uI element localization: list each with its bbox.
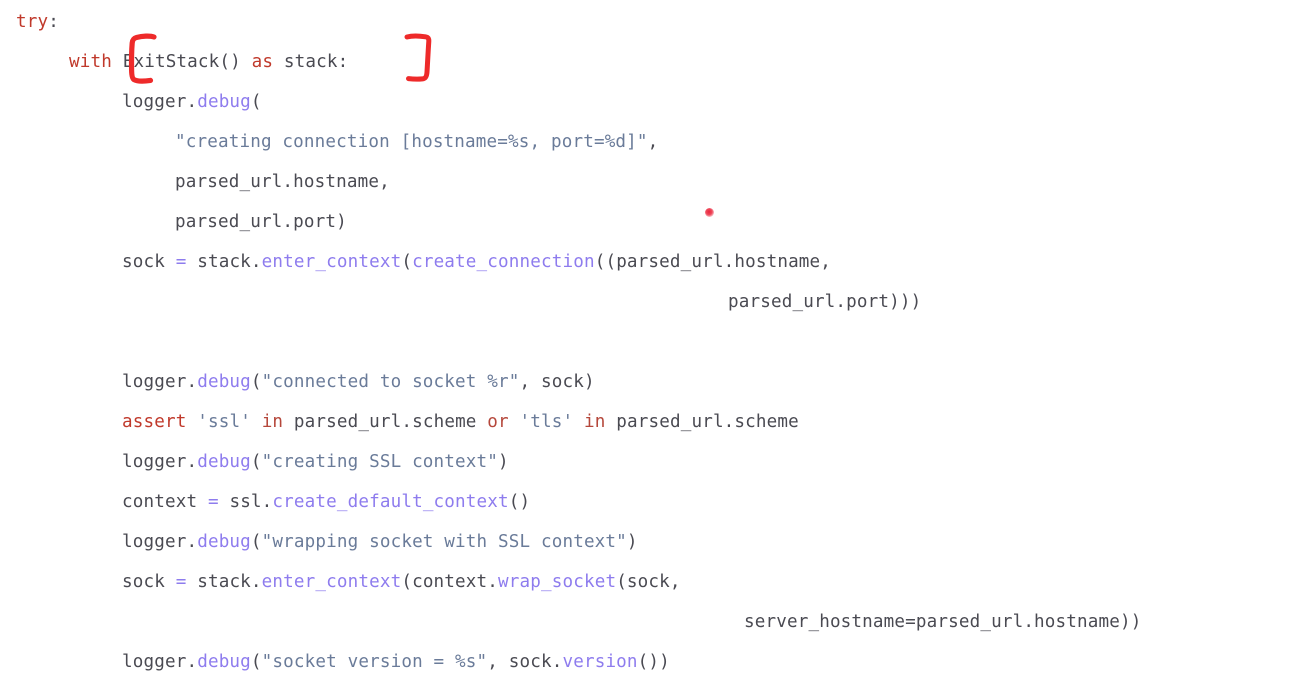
code-token: parsed_url.port): [175, 212, 347, 232]
line-parsed-url-hostname-arg[interactable]: parsed_url.hostname,: [0, 162, 390, 202]
code-token: as: [251, 52, 284, 72]
line-try[interactable]: try:: [0, 2, 59, 42]
line-server-hostname[interactable]: server_hostname=parsed_url.hostname)): [0, 602, 1141, 642]
code-token: debug: [197, 532, 251, 552]
code-token: logger.: [122, 92, 198, 112]
code-token: stack:: [283, 52, 349, 72]
code-token: ,: [647, 132, 659, 152]
line-with-exitstack[interactable]: with ExitStack() as stack:: [0, 42, 348, 82]
code-token: try: [16, 12, 49, 32]
code-token: logger.: [122, 452, 198, 472]
code-token: sock: [122, 252, 176, 272]
code-token: in: [584, 412, 606, 432]
code-token: logger.: [122, 652, 198, 672]
code-token: stack.: [186, 252, 262, 272]
code-token: debug: [197, 652, 251, 672]
line-blank-1[interactable]: [0, 322, 122, 362]
code-token: create_connection: [412, 252, 595, 272]
line-logger-creating-ssl-context[interactable]: logger.debug("creating SSL context"): [0, 442, 509, 482]
code-token: debug: [197, 452, 251, 472]
code-token: :: [48, 12, 59, 32]
code-token: "wrapping socket with SSL context": [261, 532, 627, 552]
code-screenshot: try: with ExitStack() as stack: logger.deb…: [0, 0, 1294, 680]
line-logger-wrapping-socket[interactable]: logger.debug("wrapping socket with SSL c…: [0, 522, 638, 562]
line-sock-create-connection[interactable]: sock = stack.enter_context(create_connec…: [0, 242, 831, 282]
code-token: parsed_url.hostname)): [915, 612, 1142, 632]
code-token: 'ssl': [197, 412, 251, 432]
annotation-bracket-right-icon: [404, 32, 436, 86]
line-logger-socket-version[interactable]: logger.debug("socket version = %s", sock…: [0, 642, 670, 682]
code-token: "socket version = %s": [261, 652, 488, 672]
code-token: "connected to socket %r": [261, 372, 520, 392]
code-token: ): [498, 452, 509, 472]
line-context-default[interactable]: context = ssl.create_default_context(): [0, 482, 530, 522]
code-token: or: [487, 412, 509, 432]
code-token: ExitStack(): [122, 52, 252, 72]
code-token: 'tls': [519, 412, 574, 432]
code-token: , sock): [519, 372, 595, 392]
code-token: =: [175, 572, 187, 592]
line-sock-wrap-socket[interactable]: sock = stack.enter_context(context.wrap_…: [0, 562, 681, 602]
code-token: stack.: [186, 572, 262, 592]
line-assert-scheme[interactable]: assert 'ssl' in parsed_url.scheme or 'tl…: [0, 402, 799, 442]
code-token: , sock.: [487, 652, 563, 672]
code-token: debug: [197, 92, 251, 112]
code-token: logger.: [122, 372, 198, 392]
code-token: (: [250, 92, 262, 112]
code-token: parsed_url.hostname,: [175, 172, 390, 192]
line-parsed-url-port-close[interactable]: parsed_url.port))): [0, 282, 921, 322]
line-logger-debug-open[interactable]: logger.debug(: [0, 82, 262, 122]
code-token: (: [250, 532, 262, 552]
code-token: wrap_socket: [498, 572, 617, 592]
code-token: =: [207, 492, 219, 512]
code-token: parsed_url.port))): [728, 292, 922, 312]
code-token: in: [261, 412, 284, 432]
code-token: "creating connection [hostname=%s, port=…: [175, 132, 648, 152]
code-token: (): [508, 492, 531, 512]
code-token: (context.: [401, 572, 499, 592]
code-token: parsed_url.scheme: [605, 412, 799, 432]
line-parsed-url-port-arg[interactable]: parsed_url.port): [0, 202, 347, 242]
code-token: (sock,: [616, 572, 681, 592]
code-token: ()): [637, 652, 670, 672]
code-token: ssl.: [218, 492, 273, 512]
code-token: logger.: [122, 532, 198, 552]
code-token: sock: [122, 572, 176, 592]
code-token: enter_context: [261, 572, 402, 592]
code-token: (: [250, 372, 262, 392]
code-token: (: [250, 652, 262, 672]
code-token: "creating SSL context": [261, 452, 499, 472]
code-token: with: [69, 52, 123, 72]
line-logger-connected[interactable]: logger.debug("connected to socket %r", s…: [0, 362, 595, 402]
code-token: ): [626, 532, 638, 552]
code-token: enter_context: [261, 252, 402, 272]
code-token: create_default_context: [272, 492, 509, 512]
code-token: =: [905, 612, 916, 632]
code-token: parsed_url.scheme: [283, 412, 488, 432]
code-token: ((parsed_url.hostname,: [594, 252, 832, 272]
code-token: version: [562, 652, 638, 672]
code-token: assert: [122, 412, 187, 432]
code-token: =: [175, 252, 187, 272]
code-token: (: [250, 452, 262, 472]
code-token: (: [401, 252, 413, 272]
code-token: context: [122, 492, 208, 512]
code-token: debug: [197, 372, 251, 392]
line-creating-connection-str[interactable]: "creating connection [hostname=%s, port=…: [0, 122, 658, 162]
annotation-dot-icon: [705, 208, 714, 217]
code-token: server_hostname: [744, 612, 906, 632]
